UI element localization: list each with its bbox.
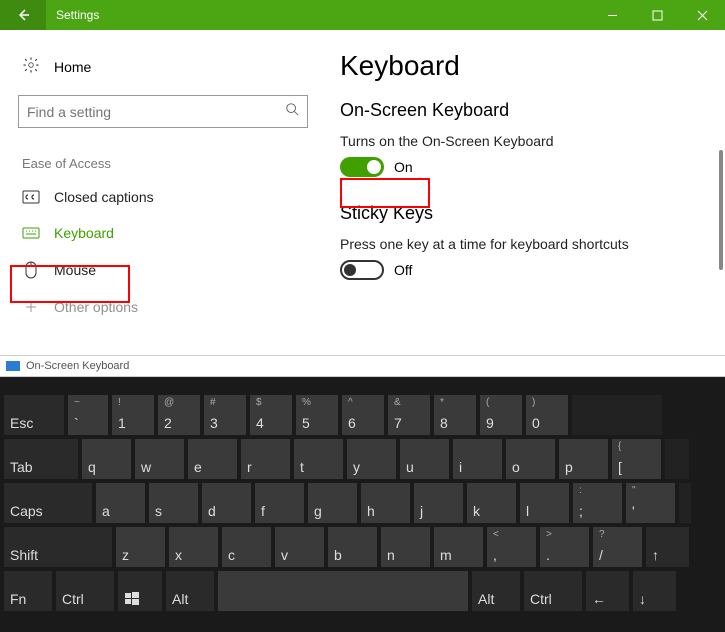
minimize-button[interactable] bbox=[590, 0, 635, 30]
key-5[interactable]: %5 bbox=[296, 395, 338, 435]
key-d[interactable]: d bbox=[202, 483, 251, 523]
page-title: Keyboard bbox=[340, 50, 713, 82]
close-button[interactable] bbox=[680, 0, 725, 30]
key-7[interactable]: &7 bbox=[388, 395, 430, 435]
key-a[interactable]: a bbox=[96, 483, 145, 523]
key-↓[interactable]: ↓ bbox=[633, 571, 676, 611]
osk-app-icon bbox=[6, 361, 20, 371]
key-blank[interactable] bbox=[572, 395, 662, 435]
key-8[interactable]: *8 bbox=[434, 395, 476, 435]
key-l[interactable]: l bbox=[520, 483, 569, 523]
keyboard-icon bbox=[22, 227, 40, 239]
key-fn[interactable]: Fn bbox=[4, 571, 52, 611]
sticky-toggle[interactable] bbox=[340, 260, 384, 280]
back-button[interactable] bbox=[0, 0, 46, 30]
closed-captions-icon bbox=[22, 190, 40, 204]
category-label: Ease of Access bbox=[22, 156, 340, 171]
key-p[interactable]: p bbox=[559, 439, 608, 479]
key-1[interactable]: !1 bbox=[112, 395, 154, 435]
key-c[interactable]: c bbox=[222, 527, 271, 567]
key-esc[interactable]: Esc bbox=[4, 395, 64, 435]
key-9[interactable]: (9 bbox=[480, 395, 522, 435]
key-n[interactable]: n bbox=[381, 527, 430, 567]
key-↑[interactable]: ↑ bbox=[646, 527, 689, 567]
search-input-container[interactable] bbox=[18, 95, 308, 128]
osk-toggle-row: On bbox=[340, 157, 713, 177]
key-h[interactable]: h bbox=[361, 483, 410, 523]
key-0[interactable]: )0 bbox=[526, 395, 568, 435]
key-alt[interactable]: Alt bbox=[166, 571, 214, 611]
sidebar-item-keyboard[interactable]: Keyboard bbox=[18, 215, 340, 251]
key-ctrl[interactable]: Ctrl bbox=[56, 571, 114, 611]
key-s[interactable]: s bbox=[149, 483, 198, 523]
key-4[interactable]: $4 bbox=[250, 395, 292, 435]
key-`[interactable]: ~` bbox=[68, 395, 108, 435]
key-g[interactable]: g bbox=[308, 483, 357, 523]
sidebar-item-label: Keyboard bbox=[54, 225, 114, 241]
key-r[interactable]: r bbox=[241, 439, 290, 479]
key-t[interactable]: t bbox=[294, 439, 343, 479]
scrollbar[interactable] bbox=[719, 150, 723, 270]
key-3[interactable]: #3 bbox=[204, 395, 246, 435]
home-label: Home bbox=[54, 59, 91, 75]
sticky-toggle-state: Off bbox=[394, 262, 412, 278]
gear-icon bbox=[22, 56, 40, 77]
key-blank[interactable] bbox=[665, 439, 689, 479]
key-v[interactable]: v bbox=[275, 527, 324, 567]
back-arrow-icon bbox=[15, 7, 31, 23]
key-ctrl[interactable]: Ctrl bbox=[524, 571, 582, 611]
key-blank[interactable] bbox=[218, 571, 468, 611]
key-.[interactable]: >. bbox=[540, 527, 589, 567]
annotation-box bbox=[10, 265, 130, 303]
search-input[interactable] bbox=[27, 104, 267, 120]
key-x[interactable]: x bbox=[169, 527, 218, 567]
key-caps[interactable]: Caps bbox=[4, 483, 92, 523]
key-'[interactable]: "' bbox=[626, 483, 675, 523]
key-z[interactable]: z bbox=[116, 527, 165, 567]
maximize-button[interactable] bbox=[635, 0, 680, 30]
key-y[interactable]: y bbox=[347, 439, 396, 479]
key-q[interactable]: q bbox=[82, 439, 131, 479]
key-tab[interactable]: Tab bbox=[4, 439, 78, 479]
key-2[interactable]: @2 bbox=[158, 395, 200, 435]
osk-window-title: On-Screen Keyboard bbox=[26, 360, 129, 372]
search-icon bbox=[285, 102, 299, 121]
key-j[interactable]: j bbox=[414, 483, 463, 523]
key-u[interactable]: u bbox=[400, 439, 449, 479]
annotation-box bbox=[340, 178, 430, 208]
key-b[interactable]: b bbox=[328, 527, 377, 567]
sidebar: Home Ease of Access Closed captions Keyb… bbox=[0, 30, 340, 355]
osk-toggle[interactable] bbox=[340, 157, 384, 177]
osk-window-titlebar: On-Screen Keyboard bbox=[0, 355, 725, 377]
key-o[interactable]: o bbox=[506, 439, 555, 479]
key-alt[interactable]: Alt bbox=[472, 571, 520, 611]
key-,[interactable]: <, bbox=[487, 527, 536, 567]
key-k[interactable]: k bbox=[467, 483, 516, 523]
key-;[interactable]: :; bbox=[573, 483, 622, 523]
key-blank[interactable] bbox=[679, 483, 691, 523]
key-w[interactable]: w bbox=[135, 439, 184, 479]
key-shift[interactable]: Shift bbox=[4, 527, 112, 567]
sidebar-item-label: Closed captions bbox=[54, 189, 154, 205]
key-f[interactable]: f bbox=[255, 483, 304, 523]
key-/[interactable]: ?/ bbox=[593, 527, 642, 567]
window-titlebar: Settings bbox=[0, 0, 725, 30]
key-m[interactable]: m bbox=[434, 527, 483, 567]
key-←[interactable]: ← bbox=[586, 571, 629, 611]
key-windows[interactable] bbox=[118, 571, 162, 611]
key-6[interactable]: ^6 bbox=[342, 395, 384, 435]
key-e[interactable]: e bbox=[188, 439, 237, 479]
osk-toggle-state: On bbox=[394, 159, 413, 175]
home-nav[interactable]: Home bbox=[18, 50, 340, 95]
key-[[interactable]: {[ bbox=[612, 439, 661, 479]
sticky-toggle-row: Off bbox=[340, 260, 713, 280]
sticky-description: Press one key at a time for keyboard sho… bbox=[340, 236, 713, 252]
osk-description: Turns on the On-Screen Keyboard bbox=[340, 133, 713, 149]
sidebar-item-closed-captions[interactable]: Closed captions bbox=[18, 179, 340, 215]
window-title: Settings bbox=[46, 8, 590, 22]
on-screen-keyboard: Esc~`!1@2#3$4%5^6&7*8(9)0 Tabqwertyuiop{… bbox=[0, 377, 725, 632]
key-i[interactable]: i bbox=[453, 439, 502, 479]
osk-heading: On-Screen Keyboard bbox=[340, 100, 713, 121]
